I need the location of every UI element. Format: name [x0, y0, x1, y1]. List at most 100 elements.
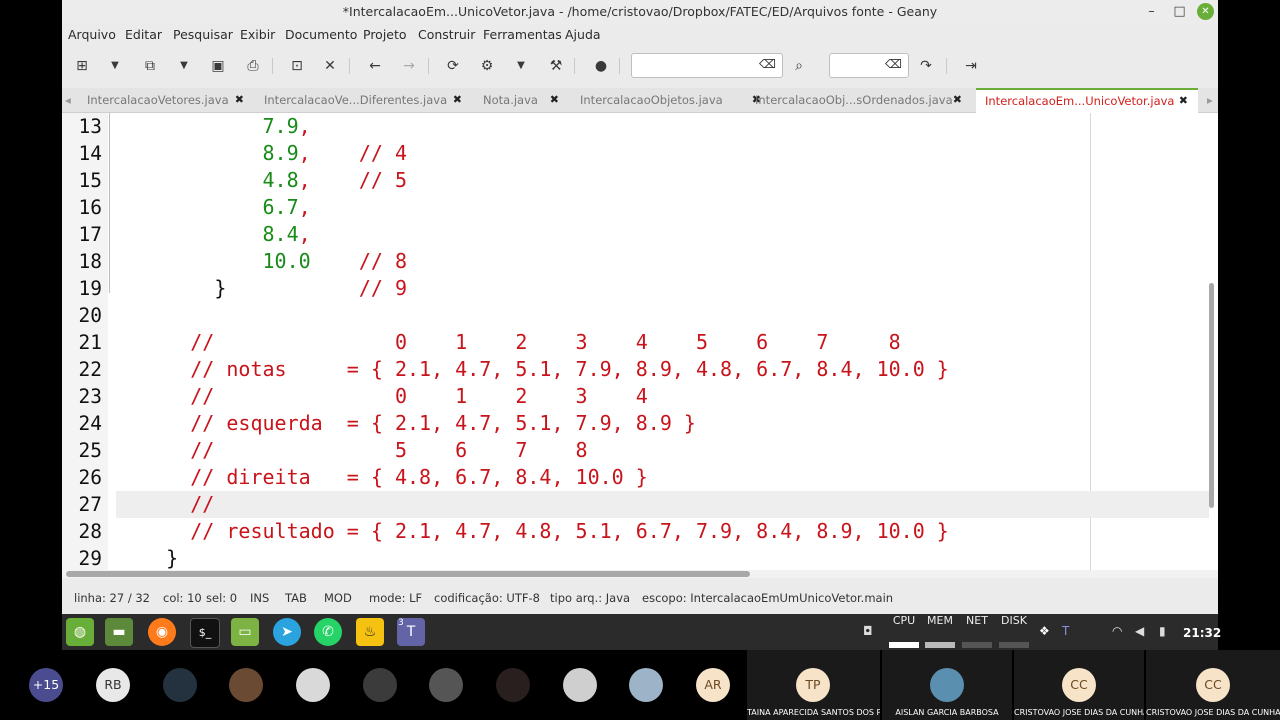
menu-documento[interactable]: Documento	[285, 27, 357, 42]
code-line[interactable]: }	[118, 545, 178, 570]
geany-icon[interactable]: ♨	[356, 618, 384, 646]
code-line[interactable]: 4.8, // 5	[118, 167, 408, 194]
camera-icon[interactable]: ◘	[863, 624, 873, 638]
menu-pesquisar[interactable]: Pesquisar	[173, 27, 233, 42]
code-line[interactable]: // notas = { 2.1, 4.7, 5.1, 7.9, 8.9, 4.…	[118, 356, 949, 383]
build-icon[interactable]: ⚙	[477, 56, 497, 76]
net-monitor[interactable]: NET	[960, 614, 994, 650]
menu-arquivo[interactable]: Arquivo	[68, 27, 116, 42]
jump-icon[interactable]: ↷	[916, 56, 936, 76]
dropdown-icon[interactable]: ▼	[105, 56, 125, 76]
close-file-icon[interactable]: ✕	[320, 56, 340, 76]
quit-icon[interactable]: ⇥	[961, 56, 981, 76]
compile-icon[interactable]: ⟳	[443, 56, 463, 76]
participant-avatar[interactable]	[296, 668, 330, 702]
close-tab-icon[interactable]: ✖	[953, 88, 962, 112]
participant-avatar[interactable]	[163, 668, 197, 702]
save-all-icon[interactable]: ⎙	[243, 56, 263, 76]
participant-avatar[interactable]	[363, 668, 397, 702]
participant-avatar[interactable]	[496, 668, 530, 702]
code-line[interactable]: // 5 6 7 8	[118, 437, 587, 464]
menu-editar[interactable]: Editar	[125, 27, 162, 42]
participant-tile[interactable]: TP TAINA APARECIDA SANTOS DOS PA...	[747, 650, 880, 720]
open-file-icon[interactable]: ⧉	[140, 56, 160, 76]
search-input[interactable]: ⌫	[631, 53, 783, 78]
code-line[interactable]: // resultado = { 2.1, 4.7, 4.8, 5.1, 6.7…	[118, 518, 949, 545]
files-icon[interactable]: ▬	[105, 618, 133, 646]
close-tab-icon[interactable]: ✖	[1179, 90, 1188, 112]
more-participants-badge[interactable]: +15	[29, 668, 63, 702]
cpu-monitor[interactable]: CPU	[887, 614, 921, 650]
clear-search-icon[interactable]: ⌫	[759, 57, 776, 71]
code-line[interactable]: // esquerda = { 2.1, 4.7, 5.1, 7.9, 8.9 …	[118, 410, 696, 437]
participant-avatar[interactable]	[429, 668, 463, 702]
maximize-icon[interactable]: □	[1171, 3, 1188, 20]
tab-intercalacao-vetores[interactable]: IntercalacaoVetores.java ✖	[87, 88, 244, 112]
disk-monitor[interactable]: DISK	[997, 614, 1031, 650]
participant-avatar[interactable]	[563, 668, 597, 702]
tab-nota[interactable]: Nota.java ✖	[483, 88, 559, 112]
menu-construir[interactable]: Construir	[418, 27, 475, 42]
horizontal-scrollbar-thumb[interactable]	[66, 571, 750, 577]
menu-ajuda[interactable]: Ajuda	[565, 27, 601, 42]
code-editor[interactable]: 13 7.9, 14 8.9, // 4 15 4.8, // 5 16 6.7, 17…	[62, 113, 1218, 570]
close-tab-icon[interactable]: ✖	[235, 88, 244, 112]
scroll-tabs-right-icon[interactable]: ▸	[1207, 88, 1217, 112]
menu-ferramentas[interactable]: Ferramentas	[483, 27, 562, 42]
participant-avatar[interactable]	[229, 668, 263, 702]
dropdown-icon[interactable]: ▼	[174, 56, 194, 76]
code-line[interactable]: //	[118, 491, 214, 518]
search-icon[interactable]: ⌕	[789, 56, 809, 76]
participant-tile[interactable]: CC CRISTOVAO JOSE DIAS DA CUNHA	[1146, 650, 1280, 720]
participant-tile[interactable]: AISLAN GARCIA BARBOSA	[882, 650, 1012, 720]
code-line[interactable]: 7.9,	[118, 113, 311, 140]
close-window-icon[interactable]: ✕	[1197, 3, 1214, 20]
tab-intercalacao-ordenados[interactable]: IntercalacaoObj...sOrdenados.java ✖	[755, 88, 962, 112]
vertical-scrollbar[interactable]	[1209, 283, 1214, 508]
clear-goto-icon[interactable]: ⌫	[885, 57, 902, 71]
code-line[interactable]: 8.4,	[118, 221, 311, 248]
tab-intercalacao-unico-vetor[interactable]: IntercalacaoEm...UnicoVetor.java ✖	[976, 88, 1198, 113]
menu-exibir[interactable]: Exibir	[240, 27, 275, 42]
participant-avatar[interactable]	[629, 668, 663, 702]
forward-icon[interactable]: →	[399, 56, 419, 76]
title-bar[interactable]: *IntercalacaoEm...UnicoVetor.java - /hom…	[62, 0, 1218, 24]
dropbox-icon[interactable]: ❖	[1039, 624, 1050, 638]
volume-icon[interactable]: ◀	[1135, 624, 1144, 638]
folder-icon[interactable]: ▭	[231, 618, 259, 646]
whatsapp-icon[interactable]: ✆	[314, 618, 342, 646]
code-line[interactable]: // direita = { 4.8, 6.7, 8.4, 10.0 }	[118, 464, 648, 491]
tab-intercalacao-objetos[interactable]: IntercalacaoObjetos.java ✖	[580, 88, 761, 112]
participant-avatar[interactable]: RB	[96, 668, 130, 702]
wifi-icon[interactable]: ◠	[1112, 624, 1122, 638]
new-file-icon[interactable]: ⊞	[72, 56, 92, 76]
code-line[interactable]: 10.0 // 8	[118, 248, 408, 275]
minimize-icon[interactable]: –	[1143, 3, 1160, 20]
menu-projeto[interactable]: Projeto	[363, 27, 407, 42]
horizontal-scrollbar[interactable]	[62, 570, 1218, 578]
telegram-icon[interactable]: ➤	[273, 618, 301, 646]
battery-icon[interactable]: ▮	[1159, 624, 1166, 638]
terminal-icon[interactable]: $_	[190, 618, 220, 648]
scroll-tabs-left-icon[interactable]: ◂	[65, 88, 75, 112]
teams-icon[interactable]: T3	[397, 618, 425, 646]
revert-icon[interactable]: ⊡	[287, 56, 307, 76]
mem-monitor[interactable]: MEM	[923, 614, 957, 650]
goto-line-input[interactable]: ⌫	[829, 53, 909, 78]
code-line[interactable]: // 0 1 2 3 4 5 6 7 8	[118, 329, 900, 356]
teams-tray-icon[interactable]: T	[1062, 624, 1069, 638]
code-line[interactable]: 8.9, // 4	[118, 140, 408, 167]
close-tab-icon[interactable]: ✖	[453, 88, 462, 112]
run-icon[interactable]: ⚒	[546, 56, 566, 76]
back-icon[interactable]: ←	[365, 56, 385, 76]
participant-avatar[interactable]: AR	[696, 668, 730, 702]
color-picker-icon[interactable]: ●	[591, 56, 611, 76]
code-line[interactable]: // 0 1 2 3 4	[118, 383, 648, 410]
participant-tile[interactable]: CC CRISTOVAO JOSE DIAS DA CUNHA	[1014, 650, 1144, 720]
save-icon[interactable]: ▣	[208, 56, 228, 76]
code-line[interactable]: 6.7,	[118, 194, 311, 221]
dropdown-icon[interactable]: ▼	[511, 56, 531, 76]
firefox-icon[interactable]: ◉	[148, 618, 176, 646]
tab-intercalacao-diferentes[interactable]: IntercalacaoVe...Diferentes.java ✖	[264, 88, 462, 112]
mint-menu-icon[interactable]: ◍	[66, 618, 94, 646]
